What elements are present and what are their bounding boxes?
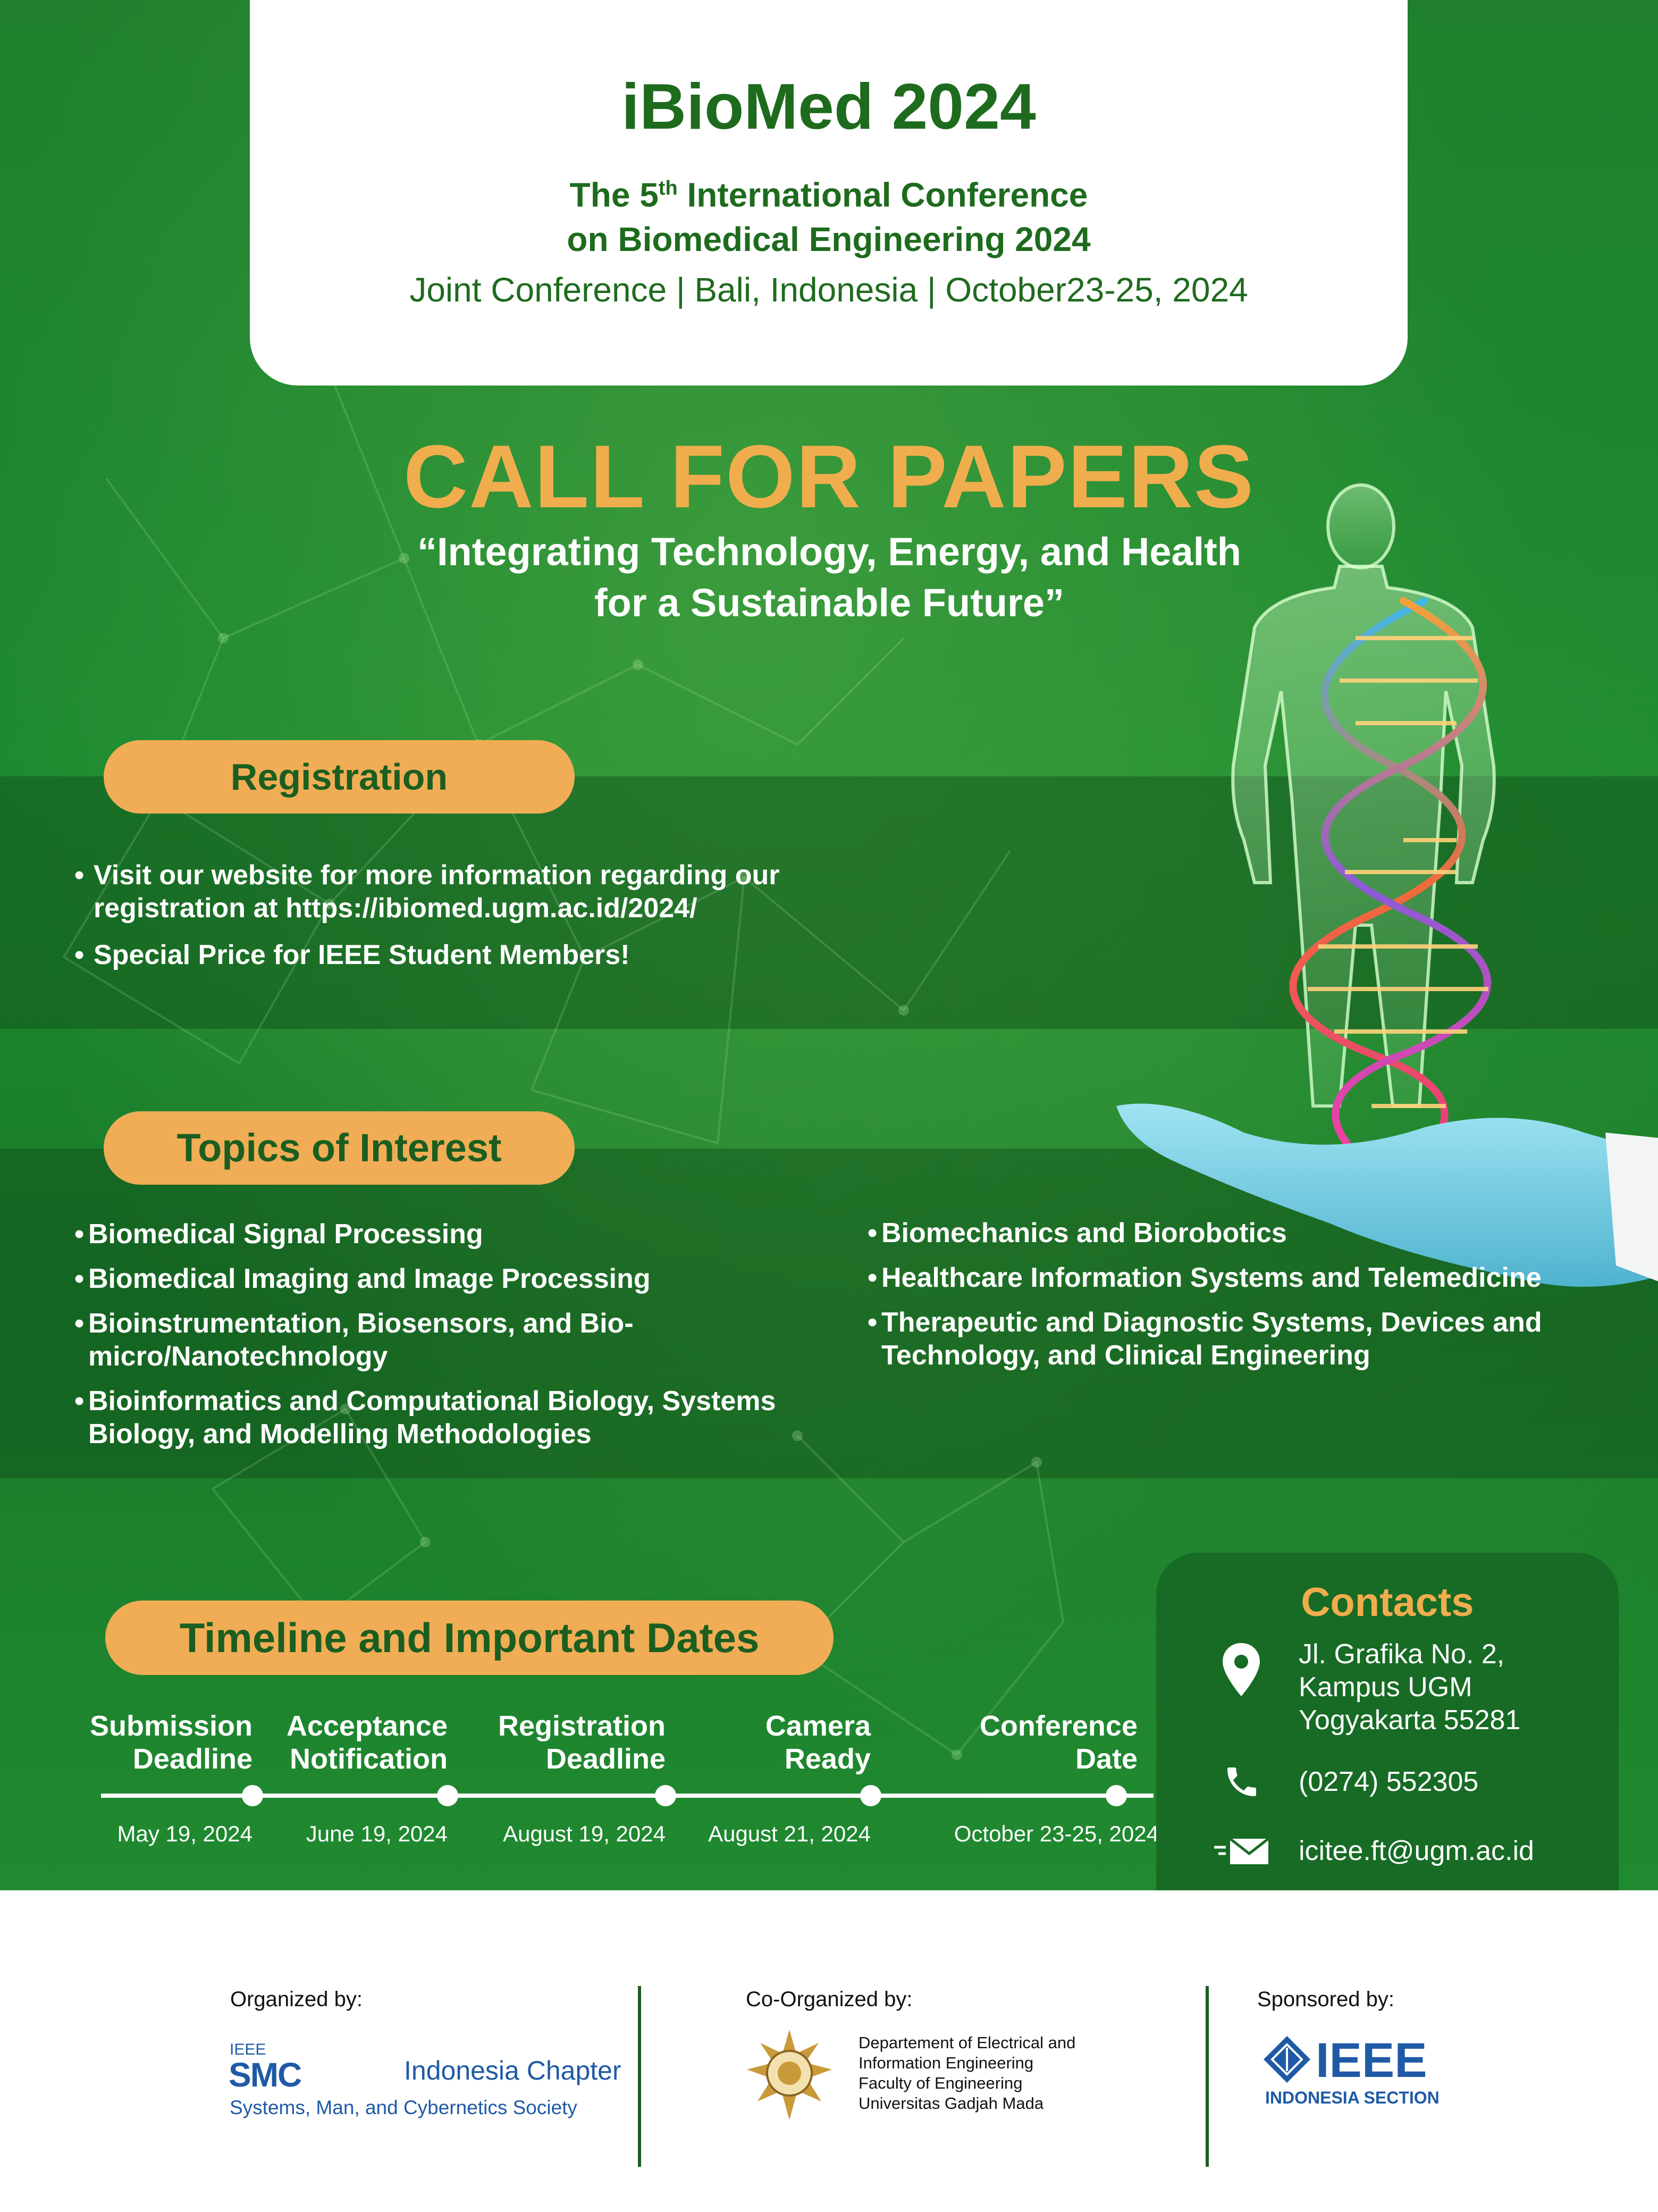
timeline-label-registration: Registration Deadline xyxy=(498,1710,666,1775)
timeline-date: August 21, 2024 xyxy=(708,1821,871,1846)
topics-list-left: Biomedical Signal Processing Biomedical … xyxy=(74,1218,819,1462)
timeline-date: October 23-25, 2024 xyxy=(954,1821,1159,1846)
timeline-label-conference: Conference Date xyxy=(979,1710,1138,1775)
co-organized-by-label: Co-Organized by: xyxy=(746,1988,913,2011)
timeline-dot xyxy=(655,1785,676,1806)
timeline-date: August 19, 2024 xyxy=(503,1821,666,1846)
list-item: Biomechanics and Biorobotics xyxy=(868,1217,1601,1250)
ieee-diamond-icon xyxy=(1264,2036,1310,2083)
phone-icon xyxy=(1227,1767,1256,1796)
body-dna-hand-illustration xyxy=(1116,483,1658,1287)
timeline-label-acceptance: Acceptance Notification xyxy=(286,1710,448,1775)
poster: iBioMed 2024 The 5th International Confe… xyxy=(0,0,1658,2212)
conference-title: iBioMed 2024 xyxy=(621,70,1036,143)
subtitle-line-2: on Biomedical Engineering 2024 xyxy=(567,220,1091,259)
registration-list: Visit our website for more information r… xyxy=(74,859,904,985)
topics-heading: Topics of Interest xyxy=(104,1111,575,1185)
timeline: Submission Deadline Acceptance Notificatio… xyxy=(74,1710,1159,1858)
subtitle-ordinal: The 5 xyxy=(569,175,659,214)
timeline-label-submission: Submission Deadline xyxy=(89,1710,253,1775)
timeline-dot xyxy=(860,1785,881,1806)
timeline-date: June 19, 2024 xyxy=(306,1821,448,1846)
location-pin-icon xyxy=(1223,1643,1260,1696)
footer: Organized by: Co-Organized by: Sponsored… xyxy=(0,1890,1658,2212)
registration-heading: Registration xyxy=(104,740,575,814)
list-item: Healthcare Information Systems and Telem… xyxy=(868,1261,1601,1294)
list-item: Therapeutic and Diagnostic Systems, Devi… xyxy=(868,1306,1601,1372)
joint-conference-info: Joint Conference | Bali, Indonesia | Oct… xyxy=(409,271,1248,309)
contact-address: Jl. Grafika No. 2, Kampus UGM Yogyakarta 5… xyxy=(1299,1639,1521,1736)
department-text: Departement of Electrical and Information… xyxy=(859,2033,1076,2113)
list-item: Biomedical Imaging and Image Processing xyxy=(74,1262,819,1295)
ieee-logo-text: IEEE xyxy=(1316,2033,1427,2088)
timeline-date: May 19, 2024 xyxy=(117,1821,253,1846)
sponsored-by-label: Sponsored by: xyxy=(1257,1988,1394,2011)
contacts-panel: Contacts Jl. Grafika No. 2, Kampus UGM Yog… xyxy=(1156,1553,1619,1890)
timeline-heading: Timeline and Important Dates xyxy=(105,1601,834,1675)
timeline-dot xyxy=(242,1785,263,1806)
list-item: Bioinformatics and Computational Biology… xyxy=(74,1385,819,1451)
list-item: Biomedical Signal Processing xyxy=(74,1218,819,1251)
email-icon xyxy=(1214,1838,1269,1864)
smc-society-text: Systems, Man, and Cybernetics Society xyxy=(230,2097,577,2118)
subtitle-ordinal-suffix: th xyxy=(658,177,678,199)
contact-phone[interactable]: (0274) 552305 xyxy=(1299,1765,1478,1798)
ugm-seal-icon xyxy=(747,2030,832,2120)
footer-divider xyxy=(638,1986,641,2167)
list-item: Bioinstrumentation, Biosensors, and Bio-… xyxy=(74,1307,819,1373)
footer-divider xyxy=(1206,1986,1209,2167)
timeline-label-camera-ready: Camera Ready xyxy=(765,1710,871,1775)
topics-list-right: Biomechanics and Biorobotics Healthcare … xyxy=(868,1217,1601,1384)
list-item: Special Price for IEEE Student Members! xyxy=(74,939,904,971)
smc-logo: SMC xyxy=(229,2056,302,2094)
list-item: Visit our website for more information r… xyxy=(74,859,904,925)
timeline-dot xyxy=(1106,1785,1127,1806)
organized-by-label: Organized by: xyxy=(230,1988,363,2011)
ieee-section-text: INDONESIA SECTION xyxy=(1265,2088,1440,2107)
conference-subtitle: The 5th International Conference on Biom… xyxy=(250,166,1408,262)
contact-email[interactable]: icitee.ft@ugm.ac.id xyxy=(1299,1834,1534,1867)
header-card: iBioMed 2024 The 5th International Confe… xyxy=(250,0,1408,386)
smc-chapter-text: Indonesia Chapter xyxy=(404,2056,621,2085)
contacts-heading: Contacts xyxy=(1301,1580,1474,1625)
timeline-dot xyxy=(437,1785,458,1806)
subtitle-line-1: International Conference xyxy=(677,175,1088,214)
